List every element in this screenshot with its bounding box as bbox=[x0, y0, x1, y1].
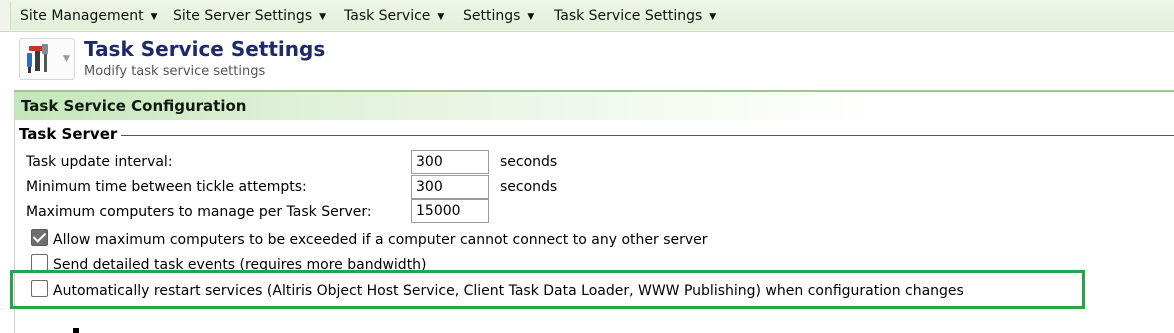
page-subtitle: Modify task service settings bbox=[84, 64, 266, 79]
partial-text-fragment bbox=[73, 328, 79, 333]
menu-task-service[interactable]: Task Service ▼ bbox=[344, 7, 444, 25]
fieldset-divider bbox=[121, 135, 1174, 136]
caret-down-icon: ▼ bbox=[150, 12, 158, 22]
menu-settings[interactable]: Settings ▼ bbox=[463, 7, 534, 25]
menu-label: Task Service bbox=[344, 8, 431, 24]
fieldset-legend: Task Server bbox=[19, 125, 118, 143]
tickle-attempts-label: Minimum time between tickle attempts: bbox=[26, 179, 307, 195]
page-title: Task Service Settings bbox=[84, 37, 326, 61]
task-update-interval-unit: seconds bbox=[500, 154, 558, 170]
caret-down-icon: ▼ bbox=[319, 12, 327, 22]
menu-site-server-settings[interactable]: Site Server Settings ▼ bbox=[173, 7, 326, 25]
menu-site-management[interactable]: Site Management ▼ bbox=[20, 7, 157, 25]
menu-label: Site Server Settings bbox=[173, 8, 313, 24]
menu-label: Settings bbox=[463, 8, 521, 24]
caret-down-icon: ▼ bbox=[709, 12, 717, 22]
task-update-interval-input[interactable] bbox=[411, 150, 489, 174]
max-computers-input[interactable] bbox=[411, 199, 489, 223]
page-icon-button[interactable]: ▼ bbox=[19, 38, 75, 80]
max-computers-label: Maximum computers to manage per Task Ser… bbox=[26, 204, 372, 220]
menu-label: Task Service Settings bbox=[554, 8, 703, 24]
section-title: Task Service Configuration bbox=[21, 97, 247, 115]
caret-down-icon: ▼ bbox=[437, 12, 445, 22]
tickle-attempts-unit: seconds bbox=[500, 179, 558, 195]
chevron-down-icon: ▼ bbox=[63, 54, 70, 64]
section-header: Task Service Configuration bbox=[14, 90, 1174, 120]
allow-exceed-checkbox[interactable] bbox=[31, 229, 48, 246]
tools-icon bbox=[27, 44, 48, 73]
menu-label: Site Management bbox=[20, 8, 144, 24]
caret-down-icon: ▼ bbox=[527, 12, 535, 22]
detailed-events-checkbox[interactable] bbox=[31, 254, 48, 271]
menu-task-service-settings[interactable]: Task Service Settings ▼ bbox=[554, 7, 716, 25]
task-update-interval-label: Task update interval: bbox=[26, 154, 173, 170]
highlight-annotation bbox=[10, 270, 1085, 309]
top-menu-bar: Site Management ▼ Site Server Settings ▼ T… bbox=[0, 0, 1174, 32]
allow-exceed-label: Allow maximum computers to be exceeded i… bbox=[53, 232, 708, 248]
tickle-attempts-input[interactable] bbox=[411, 175, 489, 199]
